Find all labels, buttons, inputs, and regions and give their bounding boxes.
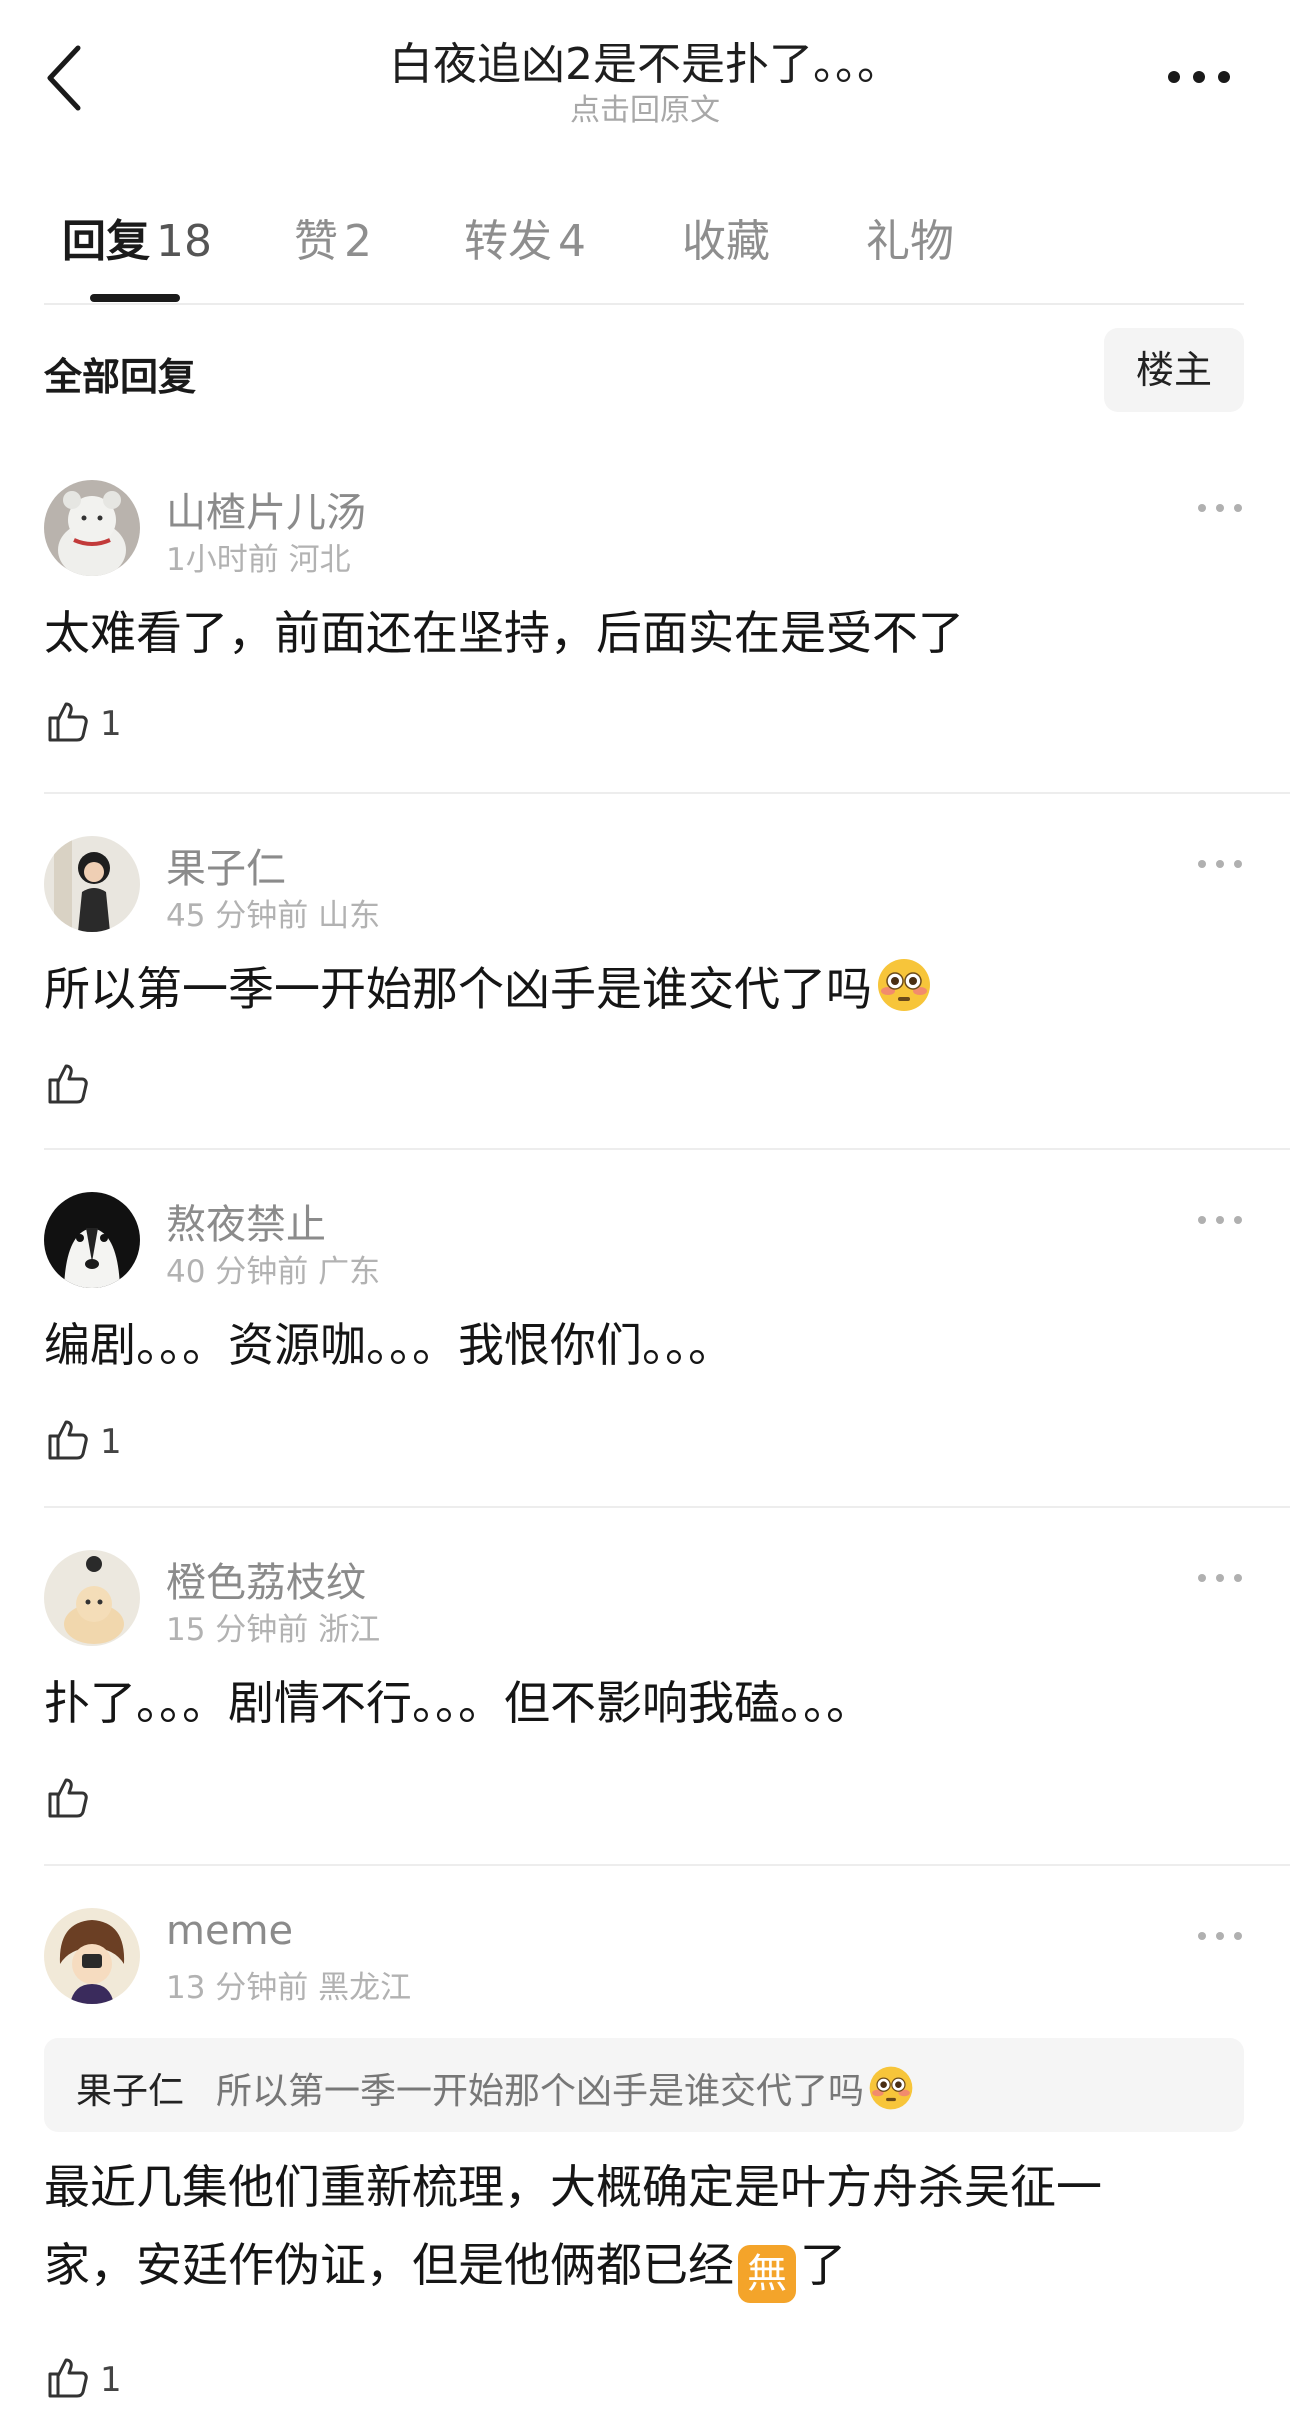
flushed-face-emoji-icon — [878, 959, 930, 1011]
more-options-icon[interactable] — [1196, 1570, 1244, 1586]
comment-meta: 13 分钟前 黑龙江 — [166, 1962, 411, 2007]
comment-text-line-2: 家，安廷作伪证，但是他俩都已经無了 — [44, 2226, 1244, 2304]
tab-count: 2 — [344, 216, 372, 267]
quoted-reply[interactable]: 果子仁 所以第一季一开始那个凶手是谁交代了吗 — [44, 2038, 1244, 2132]
quoted-username[interactable]: 果子仁 — [76, 2062, 184, 2114]
tab-label: 回复 — [62, 216, 150, 267]
tab-favorites[interactable]: 收藏 — [682, 205, 770, 269]
location: 广东 — [318, 1254, 381, 1290]
more-options-icon[interactable] — [1164, 62, 1234, 92]
divider — [44, 303, 1244, 305]
tab-label: 礼物 — [866, 216, 954, 267]
comment-text: 所以第一季一开始那个凶手是谁交代了吗 — [44, 950, 1244, 1028]
tab-gifts[interactable]: 礼物 — [866, 205, 954, 269]
avatar[interactable] — [44, 1192, 140, 1288]
comment-meta: 1小时前 河北 — [166, 534, 351, 579]
location: 河北 — [288, 542, 351, 578]
username[interactable]: 橙色荔枝纹 — [166, 1550, 366, 1608]
divider — [44, 1148, 1290, 1150]
quoted-text: 所以第一季一开始那个凶手是谁交代了吗 — [216, 2062, 914, 2114]
timestamp: 15 分钟前 — [166, 1612, 309, 1648]
comment-text: 编剧。。。资源咖。。。我恨你们。。。 — [44, 1318, 734, 1372]
comment-text: 扑了。。。剧情不行。。。但不影响我磕。。。 — [44, 1676, 872, 1730]
more-options-icon[interactable] — [1196, 1212, 1244, 1228]
thumbs-up-icon — [48, 1420, 88, 1460]
avatar[interactable] — [44, 1908, 140, 2004]
more-options-icon[interactable] — [1196, 856, 1244, 872]
tab-label: 赞 — [294, 216, 338, 267]
divider — [44, 792, 1290, 794]
active-tab-indicator — [90, 294, 180, 302]
timestamp: 45 分钟前 — [166, 898, 309, 934]
like-count: 1 — [100, 2360, 122, 2400]
tab-likes[interactable]: 赞2 — [294, 205, 372, 269]
tab-count: 18 — [156, 216, 212, 267]
more-options-icon[interactable] — [1196, 1928, 1244, 1944]
username[interactable]: 熬夜禁止 — [166, 1192, 326, 1250]
tab-count: 4 — [558, 216, 586, 267]
location: 山东 — [318, 898, 381, 934]
like-count: 1 — [100, 704, 122, 744]
like-count: 1 — [100, 1422, 122, 1462]
comment-text-part: 了 — [800, 2238, 846, 2292]
tab-replies[interactable]: 回复 18 — [62, 205, 212, 269]
timestamp: 40 分钟前 — [166, 1254, 309, 1290]
mu-emoji-icon: 無 — [738, 2245, 796, 2303]
comment-meta: 45 分钟前 山东 — [166, 890, 380, 935]
comment-meta: 15 分钟前 浙江 — [166, 1604, 380, 1649]
top-bar: 白夜追凶2是不是扑了。。。 点击回原文 — [0, 0, 1290, 150]
divider — [44, 1506, 1290, 1508]
comment-meta: 40 分钟前 广东 — [166, 1246, 380, 1291]
avatar[interactable] — [44, 480, 140, 576]
comment-text-content: 所以第一季一开始那个凶手是谁交代了吗 — [44, 962, 872, 1016]
thumbs-up-icon — [48, 1064, 88, 1104]
divider — [44, 1864, 1290, 1866]
more-options-icon[interactable] — [1196, 500, 1244, 516]
comment-text: 太难看了，前面还在坚持，后面实在是受不了 — [44, 606, 964, 660]
location: 黑龙江 — [318, 1970, 412, 2006]
flushed-face-emoji-icon — [869, 2066, 913, 2110]
username[interactable]: 山楂片儿汤 — [166, 480, 366, 538]
comment-text-line-1: 最近几集他们重新梳理，大概确定是叶方舟杀吴征一 — [44, 2160, 1102, 2214]
thumbs-up-icon — [48, 2358, 88, 2398]
location: 浙江 — [318, 1612, 381, 1648]
op-filter-button[interactable]: 楼主 — [1104, 328, 1244, 412]
tab-label: 转发 — [464, 216, 552, 267]
section-title: 全部回复 — [44, 355, 197, 399]
page-title: 白夜追凶2是不是扑了。。。 — [389, 39, 901, 90]
timestamp: 1小时前 — [166, 542, 279, 578]
avatar[interactable] — [44, 1550, 140, 1646]
thumbs-up-icon — [48, 702, 88, 742]
quoted-text-content: 所以第一季一开始那个凶手是谁交代了吗 — [216, 2071, 865, 2112]
avatar[interactable] — [44, 836, 140, 932]
tab-bar: 回复 18 赞2 转发 4 收藏 礼物 — [62, 205, 1242, 305]
back-to-original-link[interactable]: 点击回原文 — [0, 85, 1290, 129]
tab-label: 收藏 — [682, 216, 770, 267]
comment-text-part: 家，安廷作伪证，但是他俩都已经 — [44, 2238, 734, 2292]
username[interactable]: meme — [166, 1908, 293, 1954]
tab-reposts[interactable]: 转发 4 — [464, 205, 586, 269]
thumbs-up-icon — [48, 1778, 88, 1818]
username[interactable]: 果子仁 — [166, 836, 286, 894]
timestamp: 13 分钟前 — [166, 1970, 309, 2006]
